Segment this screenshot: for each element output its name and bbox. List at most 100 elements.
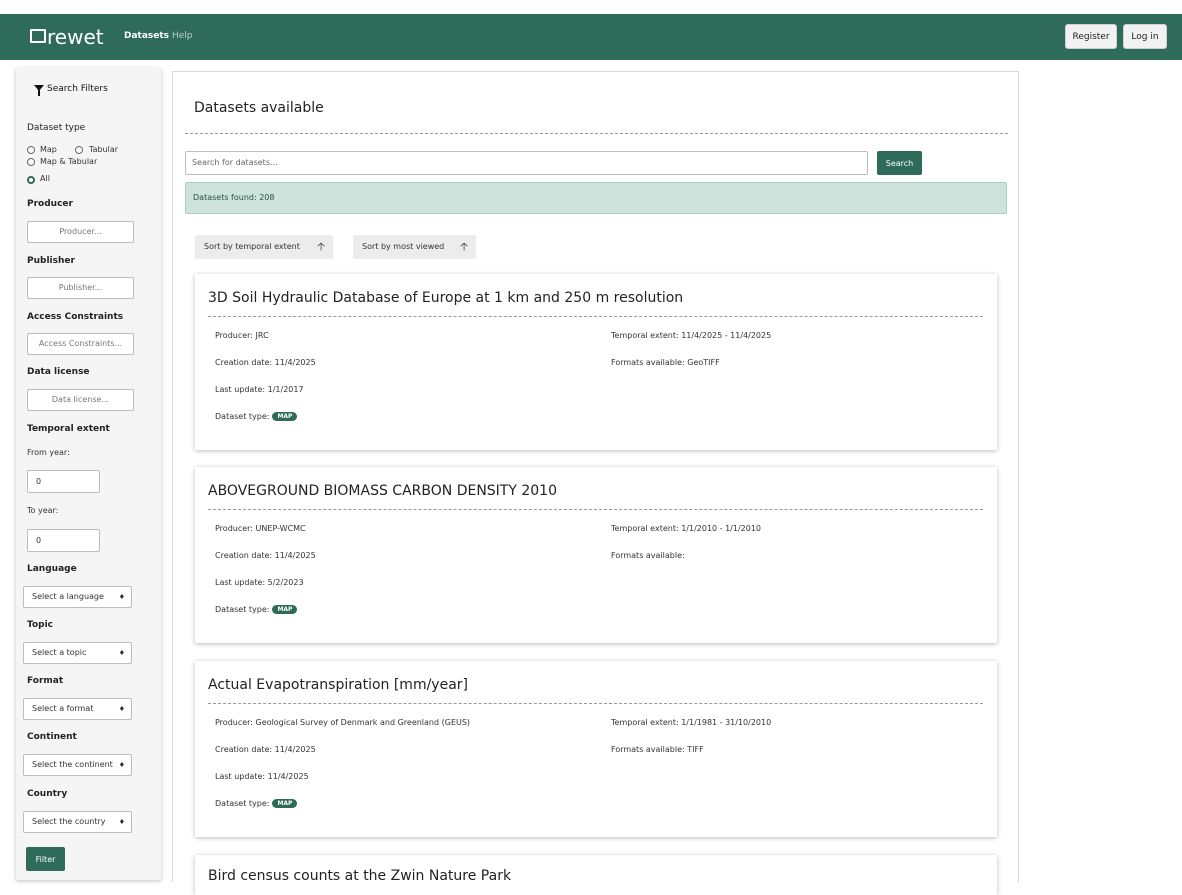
dataset-creation-date: Creation date: 11/4/2025	[215, 358, 316, 367]
dataset-title[interactable]: ABOVEGROUND BIOMASS CARBON DENSITY 2010	[208, 483, 557, 499]
login-button[interactable]: Log in	[1123, 24, 1167, 49]
select-caret-icon: ♦	[117, 812, 125, 832]
dataset-temporal-extent: Temporal extent: 1/1/1981 - 31/10/2010	[611, 718, 772, 727]
filter-button[interactable]: Filter	[26, 847, 65, 871]
filter-icon	[34, 85, 44, 96]
sort-viewed-label: Sort by most viewed	[362, 242, 445, 251]
continent-select-value: Select the continent	[32, 760, 113, 769]
select-caret-icon: ♦	[117, 755, 125, 775]
search-filters-sidebar: Search Filters Dataset type Map Tabular …	[16, 68, 161, 880]
datasets-panel: Datasets available Search for datasets..…	[172, 71, 1019, 895]
dataset-creation-date: Creation date: 11/4/2025	[215, 551, 316, 560]
dataset-type: Dataset type: MAP	[215, 605, 298, 614]
radio-all[interactable]	[27, 176, 35, 184]
temporal-extent-label: Temporal extent	[27, 424, 110, 434]
dataset-temporal-extent: Temporal extent: 11/4/2025 - 11/4/2025	[611, 331, 772, 340]
access-constraints-input[interactable]: Access Constraints...	[27, 333, 134, 355]
dataset-producer: Producer: Geological Survey of Denmark a…	[215, 718, 471, 727]
radio-map[interactable]	[27, 146, 35, 154]
radio-map-tabular-label: Map & Tabular	[40, 157, 98, 166]
continent-label: Continent	[27, 732, 77, 742]
dataset-last-update: Last update: 11/4/2025	[215, 772, 309, 781]
dataset-formats: Formats available: GeoTIFF	[611, 358, 720, 367]
sort-viewed-button[interactable]: Sort by most viewed 🡡	[353, 235, 476, 259]
dataset-last-update: Last update: 1/1/2017	[215, 385, 304, 394]
card-divider	[208, 703, 983, 704]
map-badge: MAP	[272, 605, 298, 614]
logo-icon	[30, 28, 46, 43]
from-year-input[interactable]: 0	[27, 470, 100, 493]
publisher-input[interactable]: Publisher...	[27, 277, 134, 299]
dataset-producer: Producer: JRC	[215, 331, 269, 340]
dataset-type: Dataset type: MAP	[215, 412, 298, 421]
producer-label: Producer	[27, 199, 73, 209]
country-select-value: Select the country	[32, 817, 106, 826]
dataset-search-input[interactable]: Search for datasets...	[185, 151, 868, 175]
select-caret-icon: ♦	[117, 699, 125, 719]
format-label: Format	[27, 676, 64, 686]
map-badge: MAP	[272, 799, 298, 808]
country-label: Country	[27, 789, 68, 799]
data-license-input[interactable]: Data license...	[27, 389, 134, 411]
logo[interactable]: rewet	[30, 25, 104, 49]
dataset-last-update: Last update: 5/2/2023	[215, 578, 304, 587]
register-button[interactable]: Register	[1065, 24, 1117, 49]
datasets-found-alert: Datasets found: 208	[185, 182, 1007, 214]
topic-select-value: Select a topic	[32, 648, 87, 657]
sort-temporal-label: Sort by temporal extent	[204, 242, 300, 251]
search-button[interactable]: Search	[877, 151, 922, 175]
dataset-creation-date: Creation date: 11/4/2025	[215, 745, 316, 754]
map-badge: MAP	[272, 412, 298, 421]
format-select[interactable]: Select a format ♦	[23, 698, 132, 720]
nav-datasets-link[interactable]: Datasets	[124, 31, 169, 41]
select-caret-icon: ♦	[117, 643, 125, 663]
access-constraints-label: Access Constraints	[27, 312, 124, 322]
from-year-label: From year:	[27, 448, 70, 457]
select-caret-icon: ♦	[117, 587, 125, 607]
continent-select[interactable]: Select the continent ♦	[23, 754, 132, 776]
nav-help-link[interactable]: Help	[172, 31, 193, 41]
arrow-up-icon: 🡡	[317, 240, 325, 253]
dataset-formats: Formats available: TIFF	[611, 745, 704, 754]
language-select[interactable]: Select a language ♦	[23, 586, 132, 608]
radio-map-tabular[interactable]	[27, 158, 35, 166]
to-year-label: To year:	[27, 506, 59, 515]
country-select[interactable]: Select the country ♦	[23, 811, 132, 833]
dataset-type-label: Dataset type	[27, 123, 86, 133]
dataset-title[interactable]: Actual Evapotranspiration [mm/year]	[208, 677, 468, 693]
page-title: Datasets available	[194, 100, 324, 116]
topic-label: Topic	[27, 620, 53, 630]
dataset-card[interactable]: Actual Evapotranspiration [mm/year] Prod…	[195, 661, 997, 837]
dataset-formats: Formats available:	[611, 551, 685, 560]
dataset-type-label: Dataset type:	[215, 412, 270, 421]
logo-text: rewet	[47, 25, 104, 49]
dataset-card[interactable]: 3D Soil Hydraulic Database of Europe at …	[195, 274, 997, 450]
sort-temporal-button[interactable]: Sort by temporal extent 🡡	[195, 235, 333, 259]
title-divider	[185, 133, 1008, 134]
dataset-producer: Producer: UNEP-WCMC	[215, 524, 306, 533]
to-year-input[interactable]: 0	[27, 529, 100, 552]
dataset-card[interactable]: Bird census counts at the Zwin Nature Pa…	[195, 855, 997, 895]
language-label: Language	[27, 564, 77, 574]
radio-all-label: All	[40, 174, 50, 183]
dataset-type-label: Dataset type:	[215, 605, 270, 614]
dataset-temporal-extent: Temporal extent: 1/1/2010 - 1/1/2010	[611, 524, 762, 533]
dataset-card[interactable]: ABOVEGROUND BIOMASS CARBON DENSITY 2010 …	[195, 467, 997, 643]
arrow-up-icon: 🡡	[460, 240, 468, 253]
sidebar-title: Search Filters	[47, 84, 108, 94]
language-select-value: Select a language	[32, 592, 104, 601]
card-divider	[208, 509, 983, 510]
dataset-title[interactable]: 3D Soil Hydraulic Database of Europe at …	[208, 290, 683, 306]
radio-tabular[interactable]	[75, 146, 83, 154]
top-navbar: rewet Datasets Help Register Log in	[0, 14, 1182, 60]
radio-map-label: Map	[40, 145, 57, 154]
publisher-label: Publisher	[27, 256, 75, 266]
topic-select[interactable]: Select a topic ♦	[23, 642, 132, 664]
dataset-type-label: Dataset type:	[215, 799, 270, 808]
dataset-type: Dataset type: MAP	[215, 799, 298, 808]
sidebar-header: Search Filters	[16, 68, 161, 110]
data-license-label: Data license	[27, 367, 90, 377]
radio-tabular-label: Tabular	[89, 145, 119, 154]
format-select-value: Select a format	[32, 704, 94, 713]
producer-input[interactable]: Producer...	[27, 221, 134, 243]
